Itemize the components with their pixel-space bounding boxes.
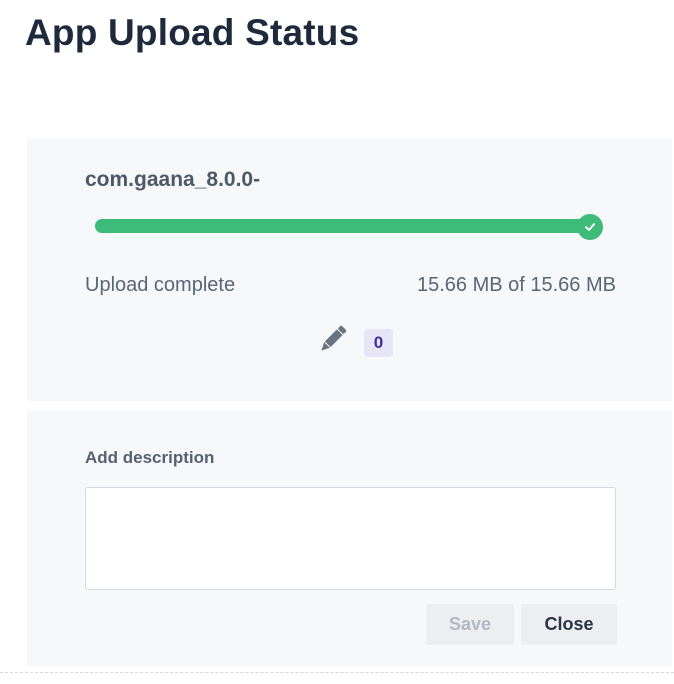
save-button[interactable]: Save [426,604,514,645]
upload-progress-bar [95,219,592,233]
upload-progress-fill [95,219,592,233]
close-button[interactable]: Close [521,604,617,645]
description-input[interactable] [85,487,616,590]
description-label: Add description [85,448,215,467]
check-icon [577,214,603,240]
edit-count-badge: 0 [364,329,393,357]
upload-size-text: 15.66 MB of 15.66 MB [416,274,616,296]
file-name: com.gaana_8.0.0- [85,168,261,191]
divider [0,672,674,673]
upload-status-text: Upload complete [85,274,236,296]
page-title: App Upload Status [25,12,360,53]
pencil-icon[interactable] [314,322,350,358]
upload-status-card: com.gaana_8.0.0- Upload complete 15.66 M… [27,138,672,401]
description-card: Add description Save Close [27,410,672,666]
